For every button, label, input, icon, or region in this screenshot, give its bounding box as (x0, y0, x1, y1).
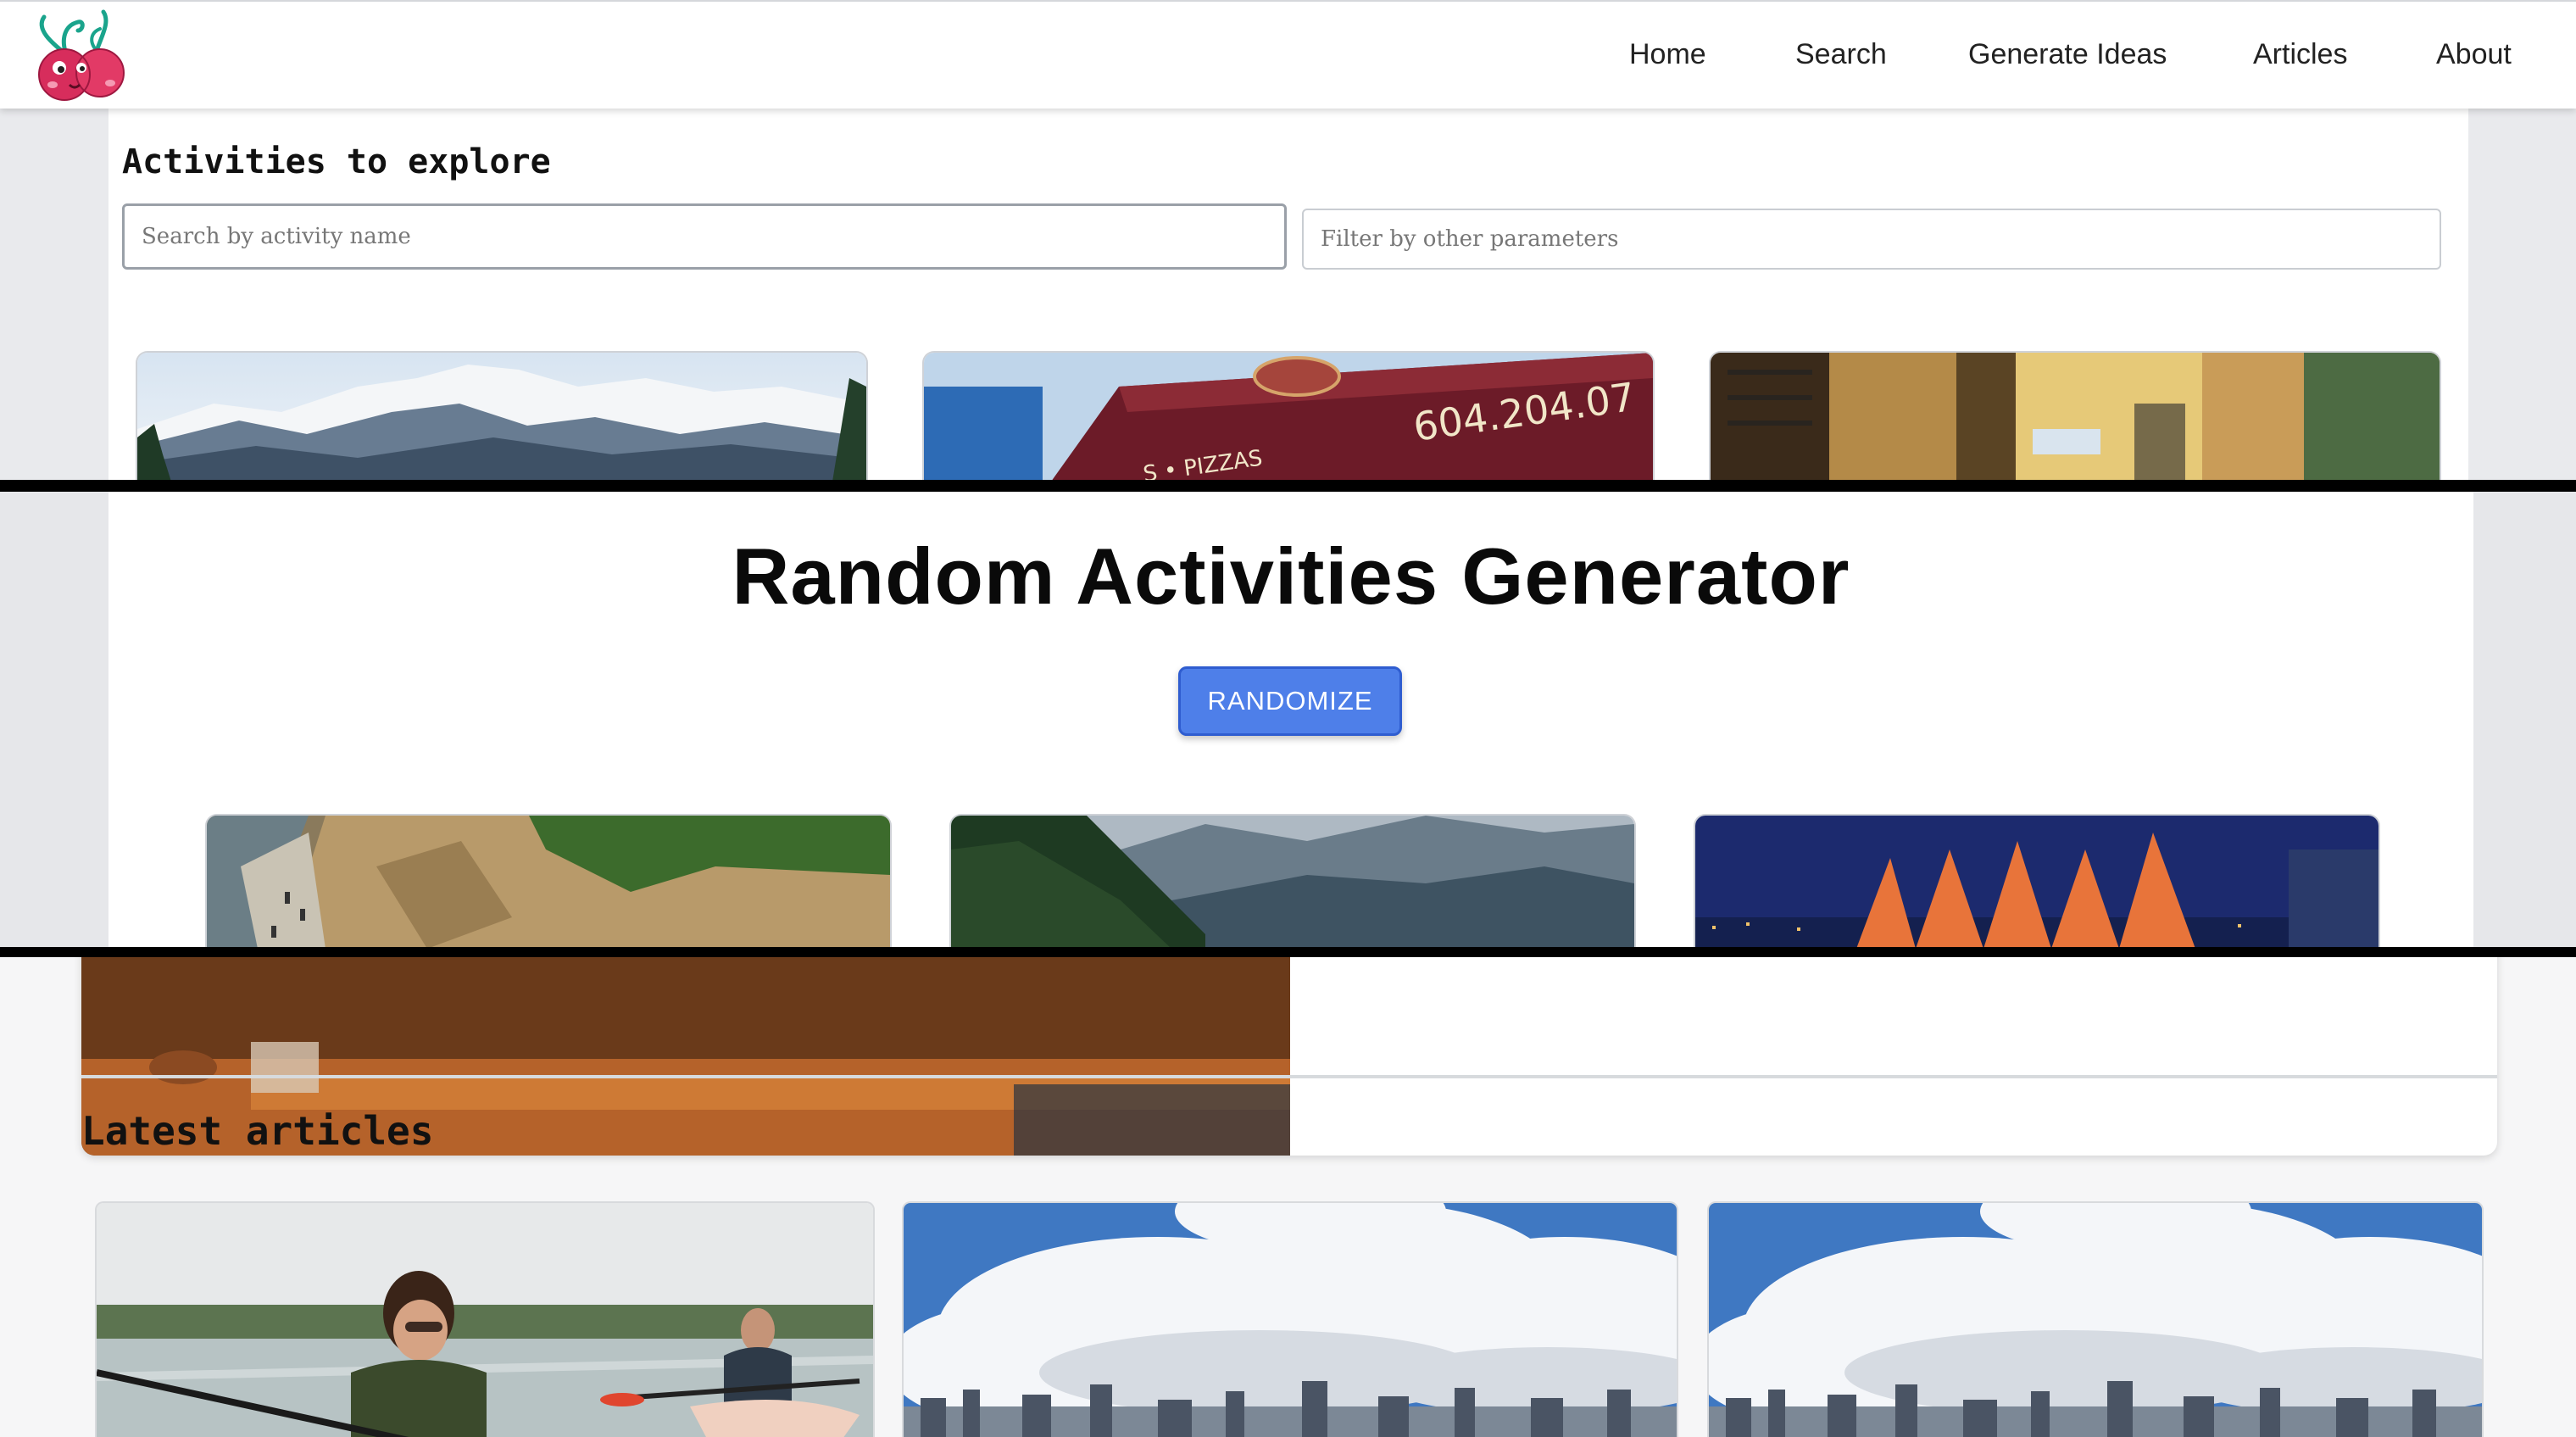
activity-card-image (137, 353, 866, 480)
generator-card-image (951, 816, 1634, 947)
generator-card-image (1695, 816, 2378, 947)
section-divider (81, 1075, 2497, 1078)
articles-title: Latest articles (81, 1108, 434, 1154)
activities-screen: Home Search Generate Ideas Articles Abou… (0, 0, 2576, 480)
filter-field[interactable] (1302, 209, 2441, 270)
generator-panel: Random Activities Generator RANDOMIZE (108, 492, 2473, 947)
article-card[interactable] (95, 1201, 875, 1437)
cherries-logo-icon[interactable] (29, 7, 132, 102)
nav-about[interactable]: About (2436, 36, 2512, 73)
article-card-image (97, 1203, 873, 1437)
activities-panel: Activities to explore Search by activity… (108, 107, 2468, 480)
generator-title: Random Activities Generator (732, 532, 1850, 621)
activity-card-image (1711, 353, 2440, 480)
screenshot-divider (0, 947, 2576, 957)
screenshot-divider (0, 480, 2576, 492)
activity-card-image: 604.204.07 S • PIZZAS (924, 353, 1653, 480)
activity-search-input[interactable] (140, 223, 1284, 250)
generator-screen: Random Activities Generator RANDOMIZE (0, 492, 2576, 947)
generator-card[interactable] (205, 814, 892, 947)
article-card-image (1709, 1203, 2482, 1437)
article-card-image (904, 1203, 1677, 1437)
activities-title: Activities to explore (122, 142, 551, 181)
activity-card[interactable] (136, 351, 868, 480)
navbar: Home Search Generate Ideas Articles Abou… (0, 0, 2576, 109)
activity-card[interactable]: 604.204.07 S • PIZZAS (922, 351, 1655, 480)
nav-search[interactable]: Search (1795, 36, 1887, 73)
filter-input[interactable] (1319, 226, 2440, 253)
randomize-button[interactable]: RANDOMIZE (1178, 666, 1402, 736)
nav-articles[interactable]: Articles (2253, 36, 2347, 73)
featured-card[interactable] (81, 957, 2497, 1156)
articles-screen: Latest articles (0, 957, 2576, 1437)
activity-search-field[interactable] (122, 203, 1287, 270)
generator-card[interactable] (949, 814, 1636, 947)
activity-card[interactable] (1709, 351, 2441, 480)
generator-card[interactable] (1694, 814, 2380, 947)
nav-generate-ideas[interactable]: Generate Ideas (1968, 36, 2167, 73)
article-card[interactable] (1707, 1201, 2484, 1437)
article-card[interactable] (902, 1201, 1678, 1437)
generator-card-image (207, 816, 890, 947)
nav-home[interactable]: Home (1629, 36, 1706, 73)
